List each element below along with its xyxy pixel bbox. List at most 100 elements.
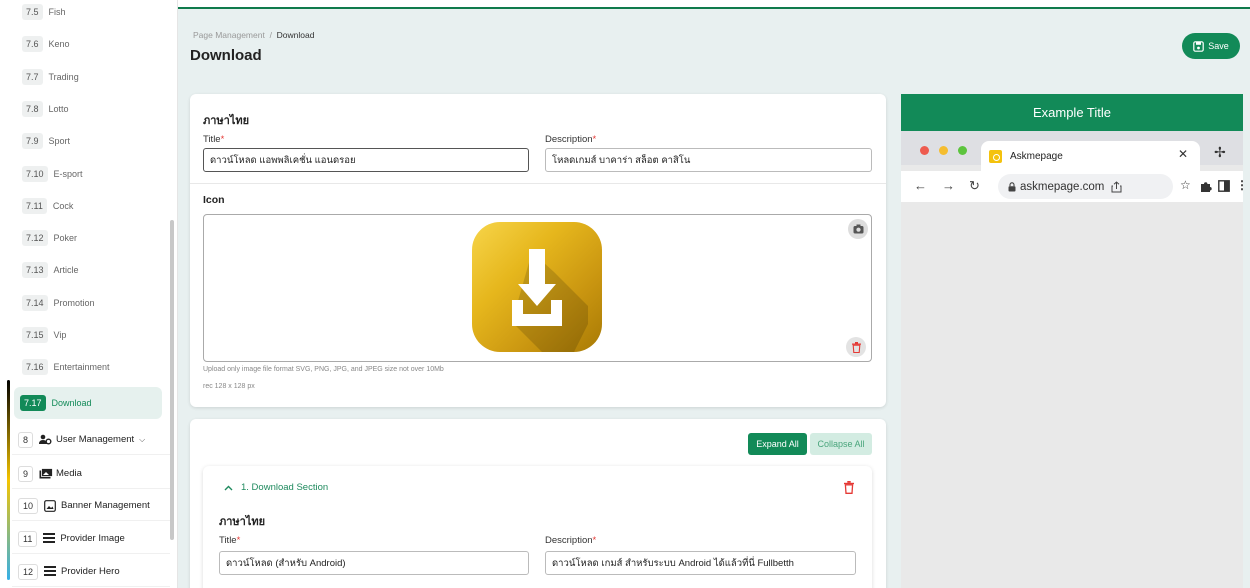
list-icon — [44, 566, 57, 577]
sidebar-item-number: 7.17 — [20, 395, 46, 411]
section-title-label: Title* — [219, 535, 240, 546]
new-tab-icon[interactable]: ✢ — [1214, 144, 1226, 161]
delete-section-icon[interactable] — [844, 481, 854, 494]
breadcrumb-current: Download — [276, 30, 315, 40]
sidebar-item-provider-hero[interactable]: 12 Provider Hero — [12, 557, 170, 587]
sidebar-item-user-management[interactable]: 8 User Management ⌵ — [12, 425, 170, 455]
title-label-text: Title — [203, 134, 221, 145]
sidebar-item-label: Trading — [48, 71, 79, 82]
expand-all-button[interactable]: Expand All — [748, 433, 807, 455]
sidebar-item-number: 7.11 — [22, 197, 47, 214]
title-input[interactable]: ดาวน์โหลด แอพพลิเคชั่น แอนดรอย — [203, 148, 529, 172]
sidebar-item-sport[interactable]: 7.9 Sport — [18, 127, 161, 155]
description-input[interactable]: โหลดเกมส์ บาคาร่า สล็อต คาสิโน — [545, 148, 872, 172]
sidebar-item-label: Provider Hero — [61, 566, 120, 577]
sidebar-edge-decoration — [7, 380, 10, 580]
window-maximize-dot[interactable] — [958, 146, 967, 155]
section-description-input[interactable]: ดาวน์โหลด เกมส์ สำหรับระบบ Android ได้แล… — [545, 551, 856, 575]
banner-icon — [44, 500, 56, 512]
save-icon — [1193, 40, 1205, 52]
extensions-icon[interactable] — [1199, 180, 1213, 193]
title-label: Title* — [203, 134, 224, 145]
sidebar-item-number: 7.8 — [22, 100, 43, 117]
browser-tab[interactable]: Askmepage — [981, 141, 1200, 171]
users-icon — [39, 434, 52, 445]
page-title: Download — [190, 47, 262, 64]
sidebar-item-label: Article — [53, 265, 79, 276]
recommended-size-hint: rec 128 x 128 px — [203, 383, 255, 390]
star-icon[interactable]: ☆ — [1180, 178, 1191, 192]
sidebar-item-number: 9 — [18, 465, 34, 482]
sidebar-item-e-sport[interactable]: 7.10 E-sport — [18, 160, 161, 188]
sidebar-item-number: 12 — [18, 563, 39, 580]
sidebar-item-entertainment[interactable]: 7.16 Entertainment — [18, 353, 161, 381]
description-label: Description* — [545, 134, 596, 145]
top-bar — [178, 0, 1250, 9]
sidebar-item-download[interactable]: 7.17 Download — [14, 387, 162, 419]
lock-icon — [1008, 181, 1016, 191]
sidebar-item-number: 7.10 — [22, 165, 48, 182]
download-app-icon — [472, 222, 602, 352]
collapse-all-button[interactable]: Collapse All — [810, 433, 872, 455]
browser-tab-title: Askmepage — [1010, 150, 1063, 162]
sidebar-item-label: Cock — [52, 200, 74, 211]
window-minimize-dot[interactable] — [939, 146, 948, 155]
chevron-down-icon[interactable]: ⌵ — [139, 435, 145, 445]
section-language-heading: ภาษาไทย — [219, 516, 266, 528]
sidebar-item-trading[interactable]: 7.7 Trading — [18, 63, 161, 91]
sidebar-item-number: 7.16 — [22, 359, 48, 376]
sidebar-item-label: Poker — [53, 233, 78, 244]
language-heading: ภาษาไทย — [203, 115, 250, 127]
sidebar-item-article[interactable]: 7.13 Article — [18, 256, 161, 284]
sidebar: 7.5 Fish 7.6 Keno 7.7 Trading 7.8 Lotto 7.9 Sport… — [0, 0, 178, 588]
section-description-label-text: Description — [545, 535, 593, 546]
sidebar-scrollbar[interactable] — [170, 220, 174, 540]
save-button[interactable]: Save — [1182, 33, 1240, 59]
sidebar-item-fish[interactable]: 7.5 Fish — [18, 0, 161, 26]
sidebar-item-cock[interactable]: 7.11 Cock — [18, 192, 161, 220]
sidebar-item-poker[interactable]: 7.12 Poker — [18, 224, 161, 252]
camera-button[interactable] — [848, 219, 868, 239]
sidebar-item-number: 8 — [18, 431, 34, 448]
sidebar-item-number: 7.5 — [22, 4, 43, 20]
sidebar-item-number: 7.13 — [22, 262, 48, 279]
window-close-dot[interactable] — [920, 146, 929, 155]
forward-arrow-icon[interactable]: → — [942, 178, 955, 193]
sidebar-item-number: 11 — [18, 530, 38, 547]
sidebar-item-keno[interactable]: 7.6 Keno — [18, 30, 161, 58]
sidebar-item-promotion[interactable]: 7.14 Promotion — [18, 289, 161, 317]
share-icon[interactable] — [1111, 180, 1122, 193]
breadcrumb: Page Management / Download — [193, 30, 314, 40]
sidebar-item-label: Promotion — [53, 297, 95, 308]
icon-heading: Icon — [203, 194, 225, 206]
section-title-input[interactable]: ดาวน์โหลด (สำหรับ Android) — [219, 551, 529, 575]
sidebar-item-label: Vip — [53, 330, 67, 340]
sidebar-item-provider-image[interactable]: 11 Provider Image — [12, 524, 170, 554]
sidebar-item-label: Banner Management — [61, 500, 150, 511]
reload-icon[interactable]: ↻ — [969, 178, 980, 194]
more-menu-icon[interactable]: ⋮ — [1236, 178, 1248, 192]
sidebar-item-label: Entertainment — [53, 362, 110, 373]
back-arrow-icon[interactable]: ← — [914, 178, 927, 193]
sidebar-item-lotto[interactable]: 7.8 Lotto — [18, 95, 161, 123]
sidebar-item-label: E-sport — [53, 168, 83, 179]
favicon-icon — [989, 149, 1002, 163]
required-mark: * — [592, 535, 597, 546]
delete-icon-button[interactable] — [846, 337, 866, 357]
address-bar[interactable]: askmepage.com — [998, 174, 1173, 199]
section-header[interactable]: 1. Download Section — [224, 482, 328, 493]
sidebar-item-vip[interactable]: 7.15 Vip — [18, 321, 161, 349]
sidebar-item-number: 7.7 — [22, 68, 43, 85]
list-icon — [43, 533, 56, 544]
breadcrumb-root[interactable]: Page Management — [193, 30, 265, 40]
address-url: askmepage.com — [1020, 180, 1105, 193]
sidebar-item-banner-management[interactable]: 10 Banner Management — [12, 491, 170, 521]
sidebar-item-media[interactable]: 9 Media — [12, 459, 170, 489]
sidebar-item-label: Download — [51, 398, 92, 408]
required-mark: * — [220, 134, 225, 145]
upload-hint: Upload only image file format SVG, PNG, … — [203, 366, 444, 373]
tab-close-icon[interactable]: ✕ — [1178, 147, 1188, 161]
sidebar-item-label: Provider Image — [60, 533, 125, 544]
sidebar-item-label: Keno — [48, 39, 70, 50]
sidebar-panel-icon[interactable] — [1218, 180, 1230, 192]
